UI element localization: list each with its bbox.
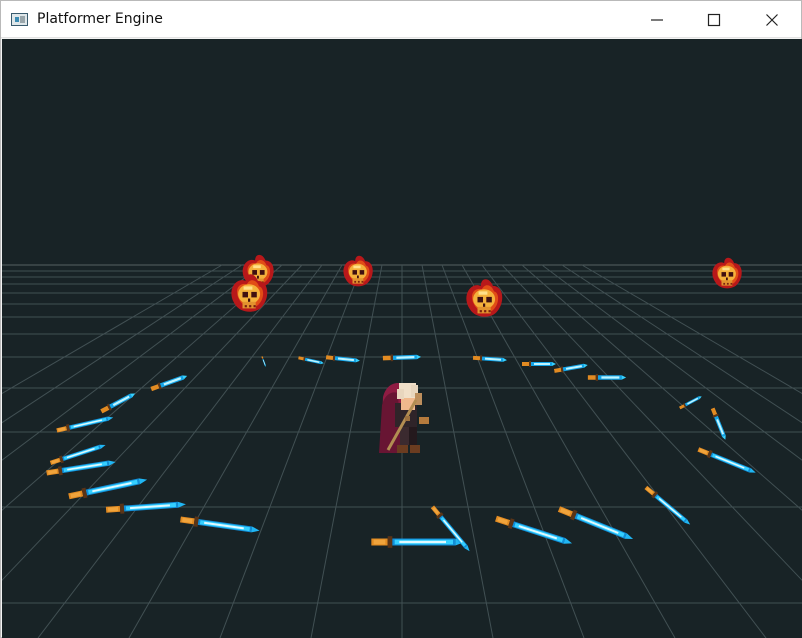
minimize-icon (651, 19, 663, 21)
game-canvas[interactable] (2, 39, 802, 638)
app-icon (11, 13, 28, 26)
window-titlebar[interactable]: Platformer Engine (1, 1, 801, 38)
window-title: Platformer Engine (37, 11, 163, 27)
maximize-icon (707, 13, 721, 27)
close-icon (766, 14, 778, 26)
maximize-button[interactable] (685, 1, 743, 38)
game-scene (2, 39, 802, 638)
game-window: Platformer Engine (0, 0, 802, 638)
close-button[interactable] (743, 1, 801, 38)
minimize-button[interactable] (628, 1, 686, 38)
